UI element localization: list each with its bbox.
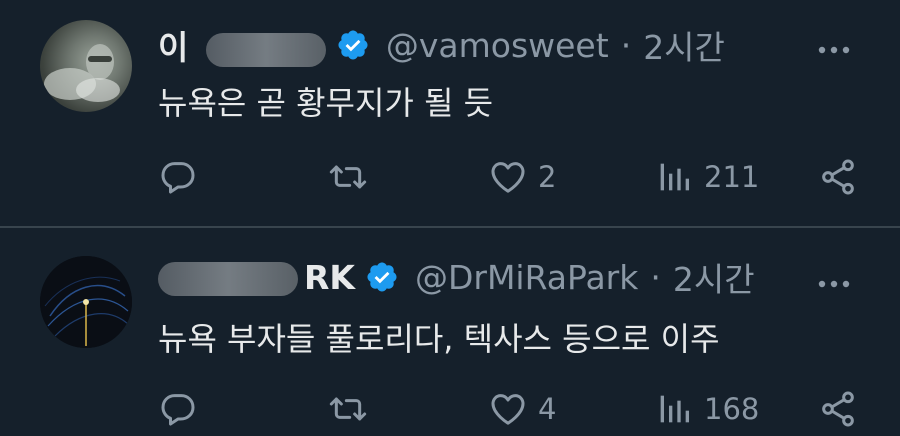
- display-name-text: 이: [158, 28, 200, 67]
- views-button[interactable]: 211: [654, 152, 759, 202]
- heart-icon: [491, 394, 525, 425]
- like-button[interactable]: 4: [488, 384, 556, 434]
- timestamp[interactable]: 2시간: [673, 253, 755, 301]
- tweet-text: 뉴욕 부자들 풀로리다, 텍사스 등으로 이주: [158, 320, 720, 358]
- views-icon: [660, 163, 689, 191]
- timestamp[interactable]: 2시간: [643, 21, 725, 69]
- avatar-image: [40, 256, 132, 348]
- handle[interactable]: @vamosweet: [386, 26, 609, 65]
- view-count: 211: [704, 160, 760, 194]
- share-icon: [822, 391, 854, 427]
- name-blur-redaction: [158, 262, 298, 296]
- reply-icon: [161, 162, 195, 194]
- display-name[interactable]: 이: [158, 21, 326, 69]
- verified-badge-icon: [338, 30, 368, 60]
- like-count: 2: [538, 160, 557, 194]
- display-name[interactable]: RK: [158, 258, 355, 297]
- tweet[interactable]: RK @DrMiRaPark · 2시간 뉴욕 부자들 풀로리다, 텍사스 등으…: [0, 228, 900, 436]
- retweet-button[interactable]: [328, 152, 368, 202]
- heart-icon: [491, 162, 525, 193]
- verified-badge-icon: [367, 262, 397, 292]
- reply-button[interactable]: [158, 384, 198, 434]
- views-icon: [660, 395, 689, 423]
- share-button[interactable]: [818, 384, 858, 434]
- display-name-text: RK: [304, 257, 355, 297]
- retweet-button[interactable]: [328, 384, 368, 434]
- like-button[interactable]: 2: [488, 152, 556, 202]
- name-blur-redaction: [205, 32, 326, 67]
- avatar[interactable]: [40, 20, 132, 112]
- tweet-actions: 4 168: [158, 384, 858, 434]
- reply-icon: [161, 394, 195, 426]
- tweet-actions: 2 211: [158, 152, 858, 202]
- view-count: 168: [704, 392, 760, 426]
- like-count: 4: [538, 392, 557, 426]
- avatar[interactable]: [40, 256, 132, 348]
- avatar-image: [44, 44, 120, 102]
- tweet-header: RK @DrMiRaPark · 2시간: [158, 252, 755, 302]
- retweet-icon: [329, 165, 367, 189]
- more-icon[interactable]: [814, 40, 854, 60]
- tweet-header: 이 @vamosweet · 2시간: [158, 20, 725, 70]
- separator: ·: [650, 257, 661, 297]
- more-icon[interactable]: [814, 274, 854, 294]
- retweet-icon: [329, 397, 367, 421]
- handle[interactable]: @DrMiRaPark: [415, 258, 638, 297]
- reply-button[interactable]: [158, 152, 198, 202]
- tweet-text: 뉴욕은 곧 황무지가 될 듯: [158, 84, 494, 122]
- separator: ·: [620, 25, 632, 65]
- share-button[interactable]: [818, 152, 858, 202]
- views-button[interactable]: 168: [654, 384, 759, 434]
- tweet[interactable]: 이 @vamosweet · 2시간 뉴욕은 곧 황무지가 될 듯 2 211: [0, 0, 900, 226]
- share-icon: [822, 159, 854, 195]
